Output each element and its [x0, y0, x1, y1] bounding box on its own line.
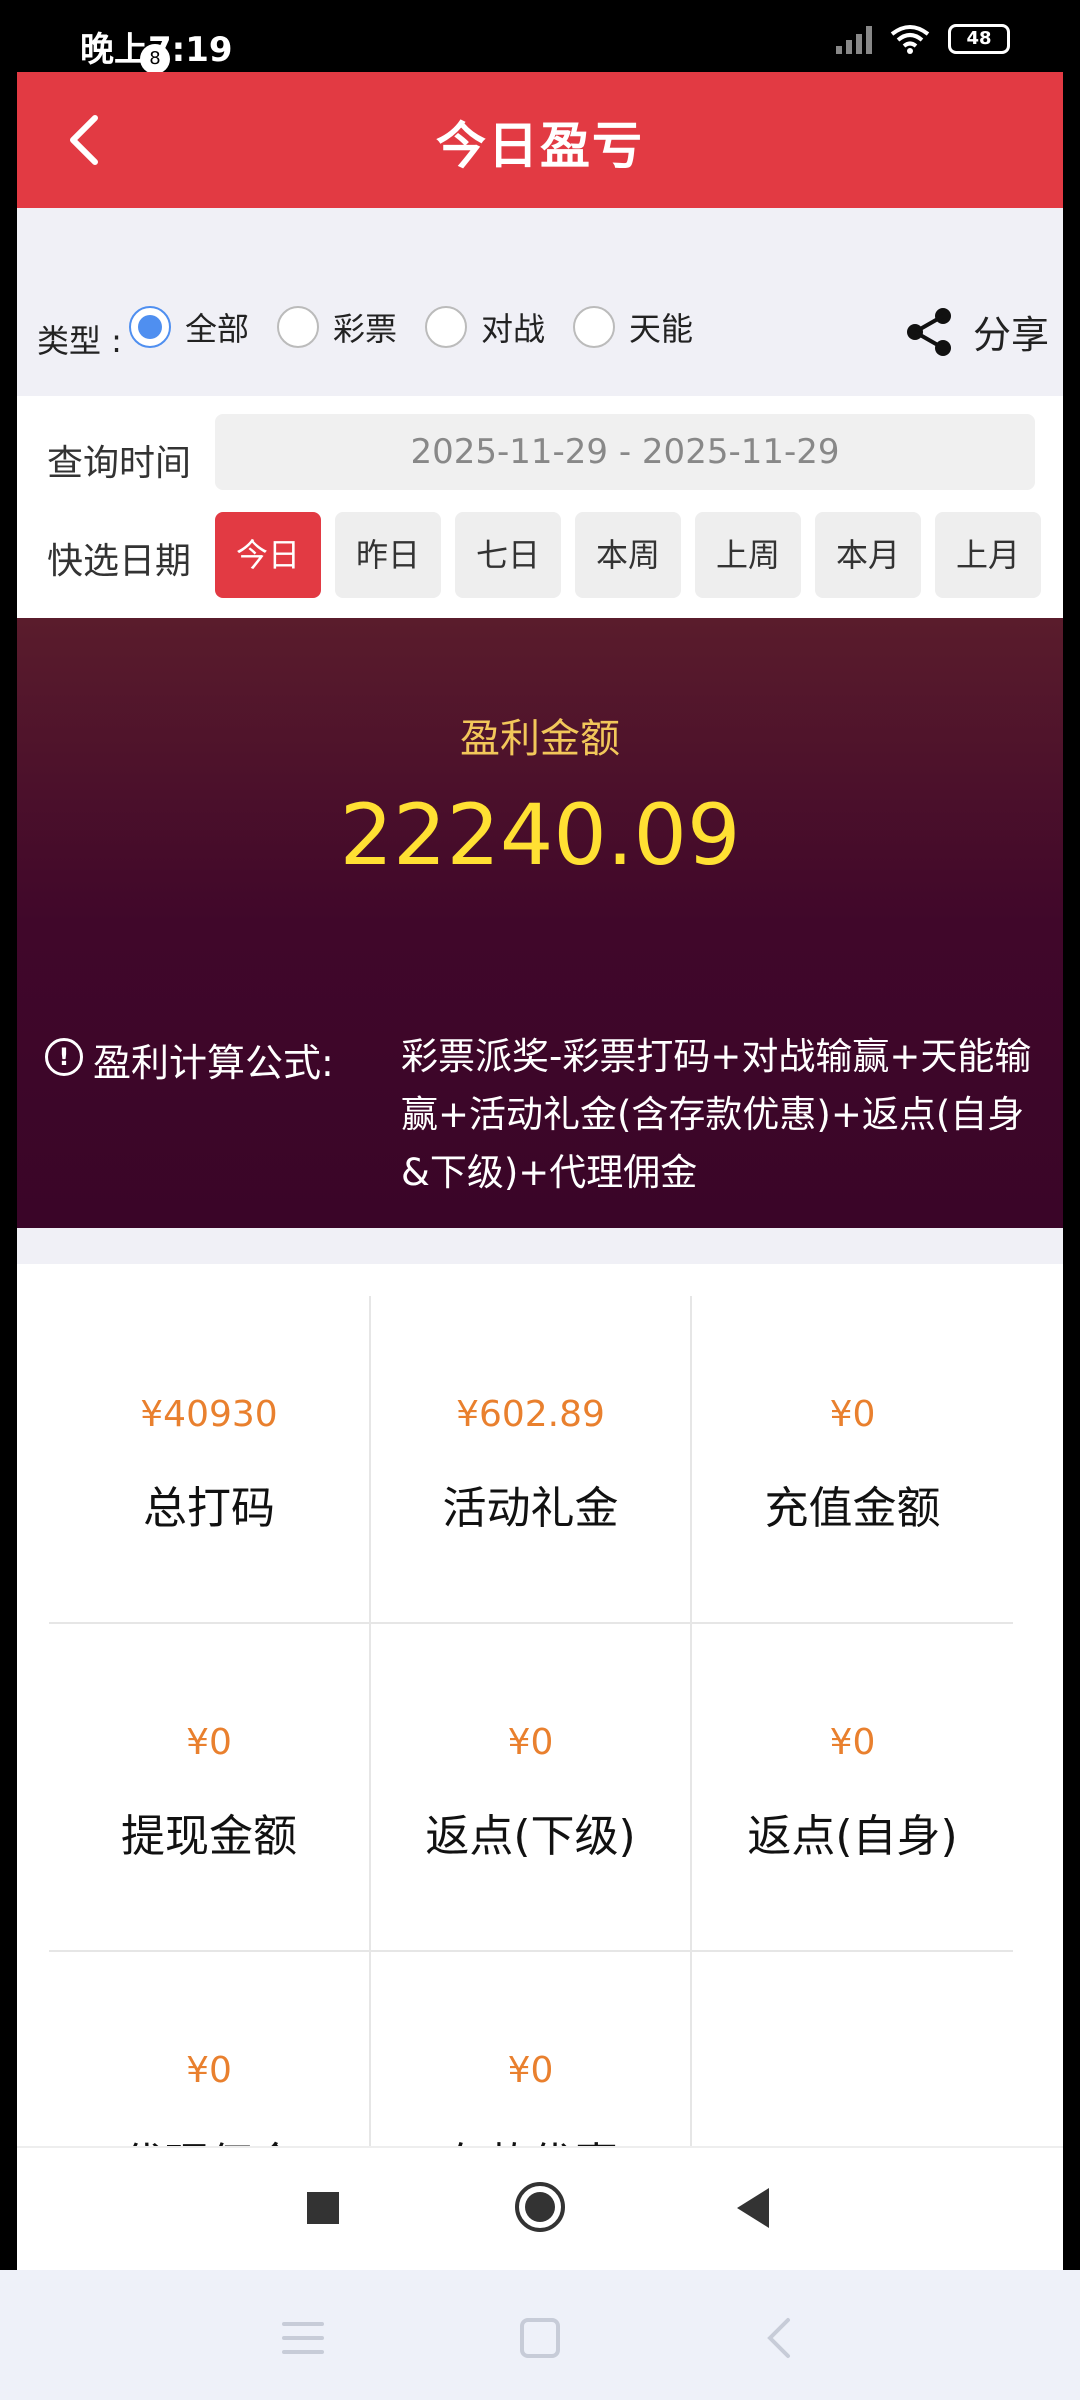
stat-label: 总打码: [143, 1483, 275, 1534]
app-screen: 今日盈亏 类型 : 全部 彩票 对战 天能 分享 查询时间 2025-11-29…: [17, 72, 1063, 2270]
page-title: 今日盈亏: [436, 117, 644, 175]
type-option-label: 彩票: [333, 310, 398, 348]
type-option-all[interactable]: 全部: [129, 304, 249, 350]
stat-value: ¥0: [186, 1722, 232, 1763]
profit-label: 盈利金额: [460, 716, 620, 762]
share-button[interactable]: 分享: [903, 304, 1049, 359]
stat-value: ¥0: [829, 1722, 876, 1763]
stat-value: ¥602.89: [456, 1394, 605, 1435]
stat-label: 提现金额: [121, 1811, 297, 1862]
stat-value: ¥0: [507, 2050, 554, 2091]
stat-activity-bonus: ¥602.89 活动礼金: [371, 1296, 692, 1624]
radio-unchecked-icon: [573, 306, 616, 348]
square-home-icon[interactable]: [520, 2318, 560, 2358]
radio-unchecked-icon: [425, 306, 468, 348]
stats-panel: ¥40930 总打码 ¥602.89 活动礼金 ¥0 充值金额 ¥0 提现金额 …: [17, 1264, 1063, 2270]
notification-icon: 8: [140, 44, 170, 74]
battery-icon: 48: [948, 24, 1010, 54]
date-range-picker[interactable]: 2025-11-29 - 2025-11-29: [215, 414, 1035, 490]
type-radio-group: 全部 彩票 对战 天能: [129, 304, 693, 350]
quick-date-group: 今日 昨日 七日 本周 上周 本月 上月: [215, 512, 1041, 598]
stat-total-bet: ¥40930 总打码: [49, 1296, 371, 1624]
formula-label: 盈利计算公式:: [93, 1041, 334, 1085]
profit-amount: 22240.09: [339, 786, 741, 884]
menu-icon[interactable]: [282, 2322, 324, 2354]
header-bar: 今日盈亏: [17, 72, 1063, 208]
query-time-label: 查询时间: [47, 443, 192, 484]
type-option-lottery[interactable]: 彩票: [277, 304, 397, 350]
quick-date-today[interactable]: 今日: [215, 512, 321, 598]
stat-value: ¥40930: [140, 1394, 278, 1435]
type-option-label: 全部: [185, 310, 250, 348]
quick-date-yesterday[interactable]: 昨日: [335, 512, 441, 598]
quick-date-this-month[interactable]: 本月: [815, 512, 921, 598]
quick-date-last-week[interactable]: 上周: [695, 512, 801, 598]
type-option-tianneng[interactable]: 天能: [573, 304, 693, 350]
stat-label: 返点(下级): [425, 1811, 636, 1862]
stat-rebate-self: ¥0 返点(自身): [692, 1624, 1013, 1952]
quick-date-seven-days[interactable]: 七日: [455, 512, 561, 598]
quick-date-label: 快选日期: [47, 541, 192, 582]
formula-text: 彩票派奖-彩票打码+对战输赢+天能输赢+活动礼金(含存款优惠)+返点(自身&下级…: [401, 1035, 1032, 1194]
stat-label: 活动礼金: [442, 1483, 619, 1534]
home-icon[interactable]: [515, 2182, 565, 2232]
type-option-label: 天能: [629, 310, 694, 348]
share-icon: [906, 307, 951, 356]
signal-icon: [836, 24, 872, 54]
share-label: 分享: [972, 313, 1049, 357]
info-icon: !: [45, 1038, 83, 1076]
system-nav-bar: [0, 2270, 1080, 2400]
stat-rebate-subordinate: ¥0 返点(下级): [371, 1624, 692, 1952]
stat-value: ¥0: [507, 1722, 554, 1763]
app-nav-bar: [17, 2146, 1063, 2270]
stat-withdraw-amount: ¥0 提现金额: [49, 1624, 371, 1952]
recent-apps-icon[interactable]: [307, 2192, 339, 2224]
type-option-label: 对战: [481, 310, 546, 348]
stat-label: 充值金额: [764, 1483, 941, 1534]
date-filter: 查询时间 2025-11-29 - 2025-11-29 快选日期 今日 昨日 …: [17, 396, 1063, 618]
profit-banner: 盈利金额 22240.09 ! 盈利计算公式: 彩票派奖-彩票打码+对战输赢+天…: [17, 618, 1063, 1228]
status-bar: 晚上7:19 8 48: [0, 0, 1080, 74]
quick-date-last-month[interactable]: 上月: [935, 512, 1041, 598]
chevron-left-icon[interactable]: [760, 2316, 800, 2360]
radio-unchecked-icon: [277, 306, 320, 348]
stat-deposit-amount: ¥0 充值金额: [692, 1296, 1013, 1624]
wifi-icon: [890, 25, 930, 54]
type-filter-row: 类型 : 全部 彩票 对战 天能 分享: [17, 208, 1063, 396]
status-indicators: 48: [836, 24, 1010, 54]
stat-value: ¥0: [829, 1394, 876, 1435]
stats-grid: ¥40930 总打码 ¥602.89 活动礼金 ¥0 充值金额 ¥0 提现金额 …: [49, 1296, 1013, 2270]
stat-label: 返点(自身): [747, 1811, 958, 1862]
type-option-battle[interactable]: 对战: [425, 304, 545, 350]
radio-checked-icon: [129, 306, 171, 348]
back-triangle-icon[interactable]: [737, 2188, 769, 2228]
stat-value: ¥0: [186, 2050, 232, 2091]
type-label: 类型 :: [37, 322, 122, 360]
quick-date-this-week[interactable]: 本周: [575, 512, 681, 598]
